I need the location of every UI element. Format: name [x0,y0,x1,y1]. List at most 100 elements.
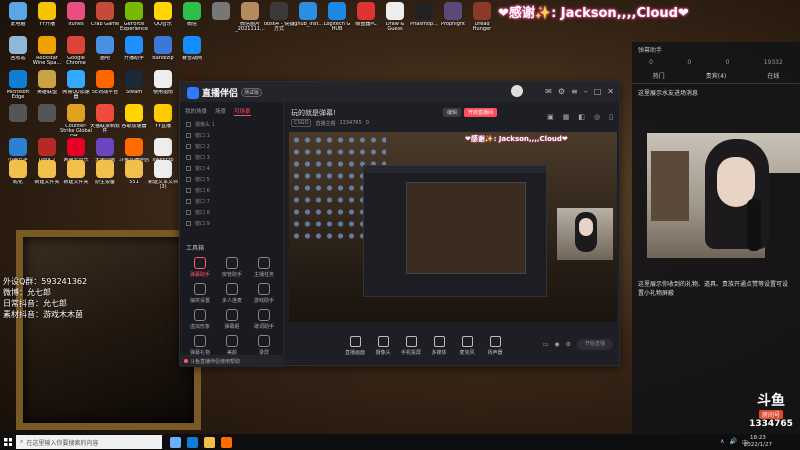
eye-icon[interactable] [186,155,191,160]
scene-row[interactable]: 窗口 9 [180,218,283,229]
desktop-icon[interactable]: Bandizip [147,36,179,61]
tab-my-scenes[interactable]: 我的场景 [185,107,207,116]
desktop-icon[interactable]: 新建文本文档 (3) [147,160,179,191]
desktop-icon[interactable]: obs64 - 快捷方式 [263,2,295,33]
desktop-icon[interactable]: 昵化 [2,160,34,185]
eye-icon[interactable] [186,188,191,193]
desktop-icon[interactable]: 暴雪战网 [176,36,208,61]
eye-icon[interactable] [186,144,191,149]
source-tool[interactable]: 多媒体 [425,336,453,356]
desktop-icon[interactable]: Draw & Guess [379,2,411,33]
desktop-icon[interactable]: lghub_inst... [292,2,324,27]
desktop-icon[interactable]: Rockstar Wine Spa... [31,36,63,67]
help-bar[interactable]: 斗鱼直播伴侣使用帮助 [180,355,284,367]
menu-icon[interactable]: ≡ [571,87,578,96]
desktop-icon[interactable]: 英雄联盟 [31,70,63,95]
tool-item[interactable]: 弹幕助手 [184,257,216,278]
tool-item[interactable]: 弹幕姬 [216,309,248,330]
desktop-icon[interactable] [205,2,237,22]
desktop-icon[interactable]: Steam [118,70,150,95]
gear-icon[interactable]: ⚙ [566,341,571,348]
edit-button[interactable]: 编辑 [443,108,462,117]
source-tool[interactable]: 麦克风 [453,336,481,356]
tool-item[interactable]: 抽奖设置 [184,283,216,304]
edge-icon[interactable] [187,436,198,448]
volume-icon[interactable]: 🔊 [730,438,737,447]
tool-item[interactable]: 美颜 [216,335,248,356]
minimize-icon[interactable]: – [584,87,588,96]
desktop-icon[interactable]: 此电脑 [2,2,34,27]
source-tool[interactable]: 直播画面 [341,336,369,356]
desktop-icon[interactable]: 微信图片_2021111... [234,2,266,33]
tool-item[interactable]: 多人连麦 [216,283,248,304]
source-tool[interactable]: 摄像头 [369,336,397,356]
theme-tag[interactable]: 直播主题 [315,120,335,127]
eye-icon[interactable] [186,133,191,138]
desktop-icon[interactable]: GeForce Experience [118,2,150,33]
scene-row[interactable]: 窗口 4 [180,163,283,174]
desktop-icon[interactable]: 开播助手 [118,36,150,61]
phone-icon[interactable]: ▯ [609,113,613,121]
tool-item[interactable]: 弹幕礼物 [184,335,216,356]
desktop-icon[interactable]: 网易UU加速器 [60,70,92,101]
desktop-icon[interactable]: Crab Game [89,2,121,27]
desktop-icon[interactable]: 回收站 [2,36,34,61]
desktop-icon[interactable]: 新建文件夹 [31,160,63,185]
scene-row[interactable]: 窗口 3 [180,152,283,163]
desktop-icon[interactable]: Phasmop... [408,2,440,27]
tool-item[interactable]: 录屏 [248,335,280,356]
tool-item[interactable]: 房管助手 [216,257,248,278]
open-room-button[interactable]: 开启直播间 [464,108,498,117]
desktop-icon[interactable]: YY直播 [147,104,179,129]
desktop-icon[interactable]: Dread Hunger [466,2,498,33]
desktop-icon[interactable]: Propnight [437,2,469,27]
tab-scene-active[interactable]: 可场景 [234,107,251,116]
layout-icon[interactable]: ◧ [578,113,585,121]
desktop-icon[interactable]: 曝盘器PC [350,2,382,27]
desktop-icon[interactable]: 谷歌加速器 [118,104,150,129]
start-button[interactable] [0,434,16,450]
desktop-icon[interactable]: Google Chrome [60,36,92,67]
desktop-icon[interactable] [31,104,63,124]
desktop-icon[interactable]: 天猫联录制软件 [89,104,121,135]
tool-item[interactable]: 游戏助手 [248,283,280,304]
scene-row[interactable]: 窗口 8 [180,207,283,218]
settings-icon[interactable]: ⚙ [558,87,565,96]
scene-row[interactable]: 窗口 2 [180,141,283,152]
desktop-icon[interactable]: Logitech G HUB [321,2,353,33]
scene-row[interactable]: 摄像头 1 [180,119,283,130]
maximize-icon[interactable]: □ [594,87,602,96]
stream-preview[interactable]: ❤感谢✨: Jackson,,,,Cloud❤ [289,132,617,322]
tab-vip[interactable]: 贵宾(4) [706,71,727,80]
taskbar-search[interactable]: ⌕ 在这里输入你要搜索的内容 [16,435,162,449]
desktop-icon[interactable]: Counter-Strike Global Off... [60,104,92,136]
mail-icon[interactable]: ✉ [545,87,552,96]
share-icon[interactable]: ◎ [594,113,600,121]
desktop-icon[interactable]: 新建文件夹 [60,160,92,185]
tool-item[interactable]: 歌词助手 [248,309,280,330]
source-tool[interactable]: 扬声器 [481,336,509,356]
douyu-app-icon[interactable] [221,436,232,448]
eye-icon[interactable] [186,210,191,215]
eye-icon[interactable] [186,122,191,127]
desktop-icon[interactable]: 使用指南 [147,70,179,95]
eye-icon[interactable]: ◉ [554,341,559,348]
desktop-icon[interactable]: 原生设备 [89,160,121,185]
close-icon[interactable]: ✕ [607,87,614,96]
tray-expand-icon[interactable]: ∧ [720,438,724,447]
desktop-icon[interactable]: 5E对战平台 [89,70,121,95]
scene-row[interactable]: 窗口 1 [180,130,283,141]
scene-row[interactable]: 窗口 7 [180,196,283,207]
eye-icon[interactable] [186,177,191,182]
eye-icon[interactable] [186,166,191,171]
grid-icon[interactable]: ▦ [563,113,570,121]
desktop-icon[interactable]: 画吧 [89,36,121,61]
tab-online[interactable]: 在线 [767,71,779,80]
scene-row[interactable]: 窗口 5 [180,174,283,185]
tool-item[interactable]: 虚拟形象 [184,309,216,330]
task-view-icon[interactable] [170,436,181,448]
category-tag[interactable]: CSGO [291,119,312,127]
tab-hot[interactable]: 热门 [653,71,665,80]
desktop-icon[interactable]: itunes [60,2,92,27]
gift-icon[interactable]: ▣ [547,113,554,121]
